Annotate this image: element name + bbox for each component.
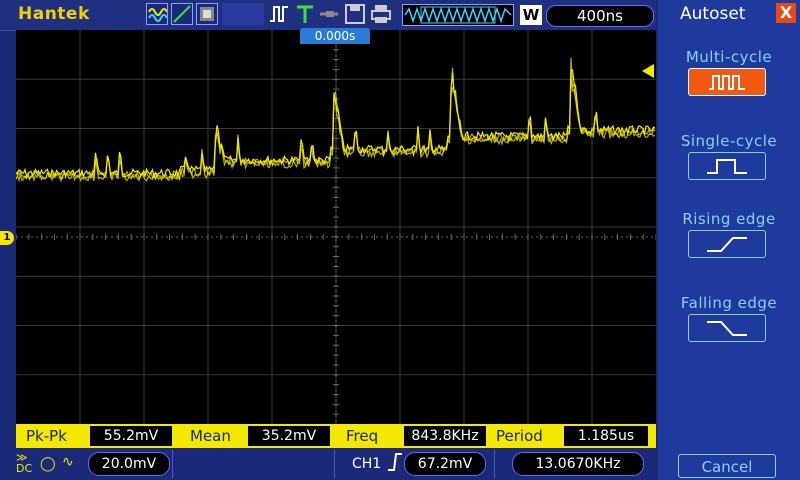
falling-edge-icon bbox=[707, 321, 747, 336]
single-cycle-icon bbox=[707, 159, 747, 174]
trigger-level[interactable]: 67.2mV bbox=[404, 452, 486, 476]
close-button[interactable]: X bbox=[776, 3, 796, 23]
rising-edge-button[interactable] bbox=[688, 230, 766, 258]
measurement-bar: Pk-Pk 55.2mV Mean 35.2mV Freq 843.8KHz P… bbox=[16, 424, 656, 448]
divider bbox=[334, 450, 335, 478]
option-label-multi-cycle: Multi-cycle bbox=[685, 48, 773, 66]
trigger-time-position[interactable]: 0.000s bbox=[300, 28, 370, 44]
meas-value-pkpk: 55.2mV bbox=[90, 426, 172, 446]
single-cycle-button[interactable] bbox=[688, 152, 766, 180]
trigger-T-icon[interactable] bbox=[294, 3, 316, 25]
trigger-pulse-icon[interactable] bbox=[268, 3, 290, 25]
volts-per-div[interactable]: 20.0mV bbox=[88, 452, 170, 476]
invert-icon[interactable]: ∿ bbox=[62, 454, 74, 470]
coupling-icon[interactable]: ≫ DC bbox=[16, 452, 32, 474]
autoset-panel: Autoset X Multi-cycle Single-cycle Risin… bbox=[658, 0, 800, 480]
multi-cycle-icon bbox=[709, 75, 745, 90]
channel-slot bbox=[222, 3, 264, 25]
trigger-frequency: 13.0670KHz bbox=[512, 452, 644, 476]
rising-edge-icon bbox=[707, 237, 747, 252]
panel-header: Autoset X bbox=[658, 0, 800, 28]
falling-edge-button[interactable] bbox=[688, 314, 766, 342]
brand-logo: Hantek bbox=[18, 4, 90, 24]
option-label-falling-edge: Falling edge bbox=[680, 294, 778, 312]
trigger-level-marker[interactable] bbox=[642, 64, 654, 78]
panel-title: Autoset bbox=[680, 4, 746, 24]
meas-label-period: Period bbox=[496, 427, 543, 445]
coupling-label: DC bbox=[16, 462, 33, 475]
bandwidth-icon[interactable]: ◯ bbox=[40, 456, 56, 472]
math-icon[interactable] bbox=[171, 3, 193, 25]
waveform-canvas bbox=[16, 30, 656, 424]
save-icon[interactable] bbox=[344, 3, 366, 25]
multi-cycle-button[interactable] bbox=[688, 68, 766, 96]
meas-value-mean: 35.2mV bbox=[248, 426, 330, 446]
memory-waveform-icon[interactable] bbox=[402, 4, 514, 26]
divider bbox=[172, 450, 173, 478]
meas-value-period: 1.185us bbox=[564, 426, 648, 446]
waveform-display[interactable] bbox=[16, 30, 656, 424]
trigger-channel[interactable]: CH1 bbox=[352, 456, 381, 472]
w-indicator: W bbox=[520, 5, 542, 25]
display-icon[interactable] bbox=[196, 3, 218, 25]
meas-label-freq: Freq bbox=[346, 427, 379, 445]
cancel-button[interactable]: Cancel bbox=[678, 454, 776, 478]
option-label-rising-edge: Rising edge bbox=[682, 210, 776, 228]
print-icon[interactable] bbox=[370, 3, 392, 25]
top-toolbar: Hantek W 400ns bbox=[0, 0, 656, 31]
timebase-value[interactable]: 400ns bbox=[546, 5, 654, 27]
probe-icon[interactable] bbox=[318, 3, 340, 25]
meas-value-freq: 843.8KHz bbox=[404, 426, 486, 446]
meas-label-pkpk: Pk-Pk bbox=[26, 427, 67, 445]
meas-label-mean: Mean bbox=[190, 427, 231, 445]
status-bar: ≫ DC ◯ ∿ 20.0mV CH1 67.2mV 13.0670KHz bbox=[0, 448, 656, 480]
waveform-mode-icon[interactable] bbox=[146, 3, 168, 25]
rising-edge-icon[interactable] bbox=[386, 452, 404, 476]
channel1-marker[interactable]: 1 bbox=[0, 231, 14, 245]
divider bbox=[494, 450, 495, 478]
option-label-single-cycle: Single-cycle bbox=[680, 132, 778, 150]
